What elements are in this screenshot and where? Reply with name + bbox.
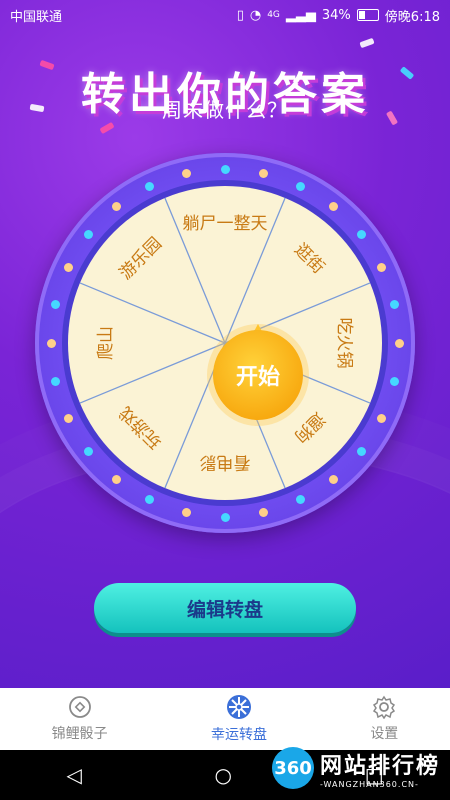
vibrate-icon: ▯ xyxy=(236,7,244,23)
start-button[interactable]: 开始 xyxy=(213,330,303,420)
watermark-logo: 360 xyxy=(271,747,314,789)
wheel-light xyxy=(259,168,269,178)
wheel-light xyxy=(50,377,60,387)
wheel-icon xyxy=(226,695,251,719)
background-stage: 转出你的答案 周末做什么？ 躺尸一整天 逛街 吃火锅 遛狗 看电影 玩游戏 爬山 游乐园 开始… xyxy=(0,0,450,688)
tab-label: 设置 xyxy=(370,726,399,742)
tab-label: 锦鲤骰子 xyxy=(51,726,108,742)
wheel-light xyxy=(220,164,230,174)
page-subtitle: 周末做什么？ xyxy=(162,98,288,122)
tab-dice[interactable]: 锦鲤骰子 xyxy=(52,695,108,743)
tab-settings[interactable]: 设置 xyxy=(370,695,398,743)
watermark-title: 网站排行榜 xyxy=(319,753,440,779)
back-button[interactable]: ◁ xyxy=(66,763,81,787)
signal-icon: ▂▃▅ xyxy=(285,7,316,23)
edit-wheel-button[interactable]: 编辑转盘 xyxy=(94,583,356,633)
confetti-decoration xyxy=(359,37,375,49)
watermark-subtitle: -WANGZHAN360.CN- xyxy=(319,779,419,789)
battery-icon xyxy=(356,9,379,21)
watermark-badge: 360 网站排行榜 -WANGZHAN360.CN- xyxy=(271,747,440,789)
wheel-light xyxy=(46,338,56,348)
wheel-face: 躺尸一整天 逛街 吃火锅 遛狗 看电影 玩游戏 爬山 游乐园 开始 xyxy=(68,186,382,500)
wheel-light xyxy=(181,168,191,178)
wheel-light xyxy=(390,299,400,309)
gear-icon xyxy=(373,695,396,719)
wheel-light xyxy=(394,338,404,348)
network-label: 4G xyxy=(267,10,280,20)
clock: 傍晚6:18 xyxy=(384,9,440,25)
home-button[interactable]: ○ xyxy=(215,763,232,787)
carrier-label: 中国联通 xyxy=(10,9,63,25)
wheel-light xyxy=(50,299,60,309)
wifi-icon: ◔ xyxy=(249,7,262,23)
tab-lucky-wheel[interactable]: 幸运转盘 xyxy=(211,694,267,744)
wheel-light xyxy=(181,508,191,518)
wheel-light xyxy=(220,512,230,522)
dice-icon xyxy=(68,696,91,718)
status-bar: 中国联通 ▯ ◔ 4G ▂▃▅ 34% 傍晚6:18 xyxy=(0,0,450,30)
bottom-tab-bar: 锦鲤骰子 幸运转盘 设置 xyxy=(0,688,450,750)
confetti-decoration xyxy=(99,121,115,135)
battery-percent: 34% xyxy=(321,7,351,23)
lucky-wheel[interactable]: 躺尸一整天 逛街 吃火锅 遛狗 看电影 玩游戏 爬山 游乐园 开始 xyxy=(35,153,415,533)
tab-label: 幸运转盘 xyxy=(210,727,267,743)
